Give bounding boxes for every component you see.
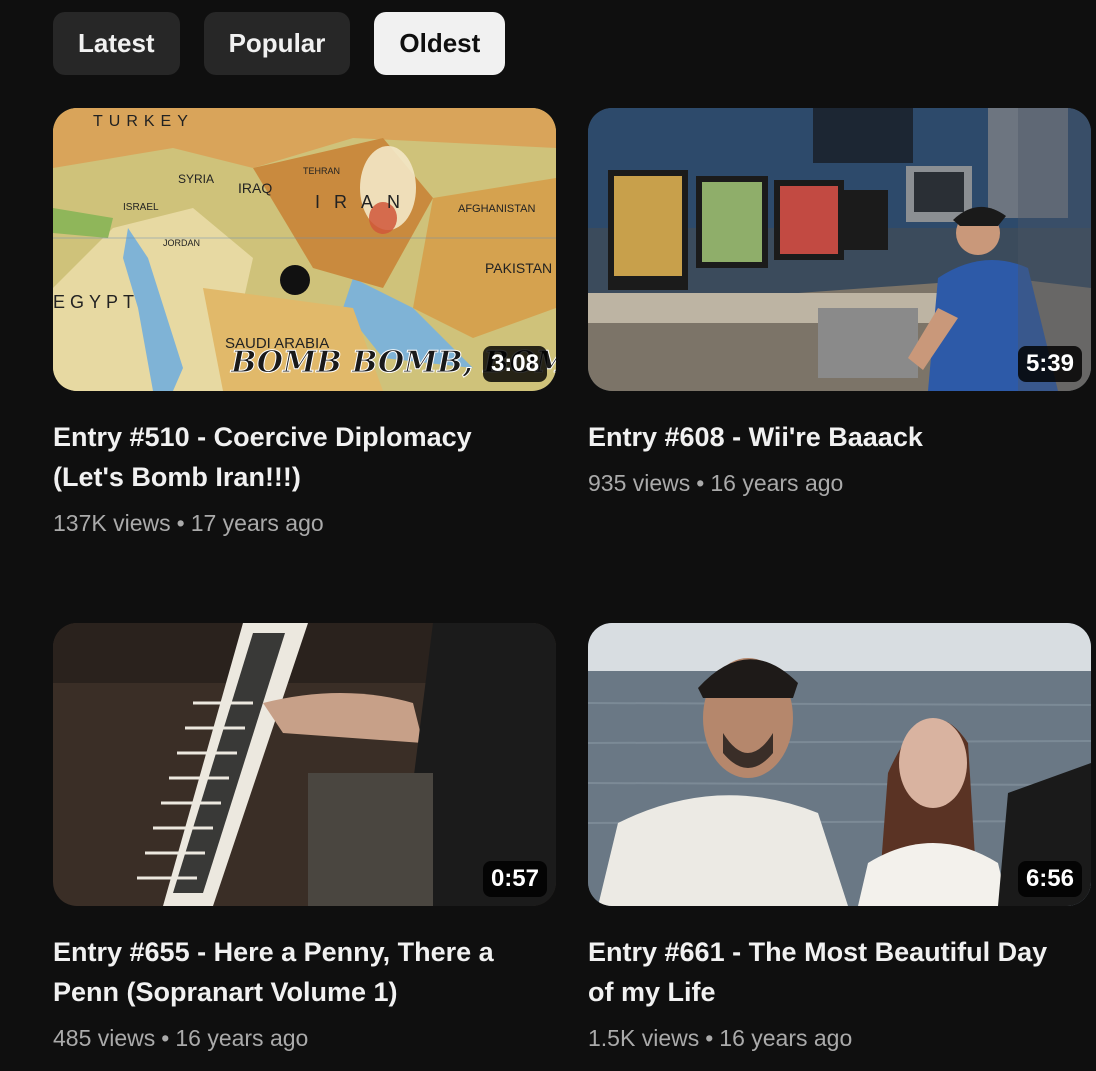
thumb-label: ISRAEL [123, 202, 159, 213]
video-meta: 1.5K views • 16 years ago [588, 1022, 1091, 1054]
chip-oldest[interactable]: Oldest [374, 12, 506, 75]
separator-dot: • [696, 470, 705, 496]
duration-badge: 6:56 [1017, 861, 1082, 897]
video-meta: 935 views • 16 years ago [588, 467, 1091, 499]
separator-dot: • [705, 1025, 714, 1051]
video-title[interactable]: Entry #661 - The Most Beautiful Day of m… [588, 932, 1058, 1012]
video-thumbnail[interactable]: 0:57 [53, 623, 556, 906]
duration-badge: 0:57 [482, 861, 547, 897]
view-count: 485 views [53, 1025, 156, 1051]
piano-thumbnail-image [53, 623, 556, 906]
beach-thumbnail-image [588, 623, 1091, 906]
video-title[interactable]: Entry #655 - Here a Penny, There a Penn … [53, 932, 523, 1012]
upload-age: 16 years ago [710, 470, 844, 496]
video-meta: 485 views • 16 years ago [53, 1022, 556, 1054]
view-count: 137K views [53, 510, 171, 536]
thumb-label: PAKISTAN [485, 260, 552, 276]
duration-badge: 3:08 [482, 346, 547, 382]
video-card: 0:57 Entry #655 - Here a Penny, There a … [53, 623, 556, 1054]
separator-dot: • [161, 1025, 170, 1051]
thumb-label: EGYPT [53, 292, 139, 312]
thumb-label: TEHRAN [303, 166, 340, 176]
filter-chips: Latest Popular Oldest [53, 12, 506, 75]
upload-age: 17 years ago [190, 510, 324, 536]
video-thumbnail[interactable]: TURKEY SYRIA IRAQ TEHRAN IRAN AFGHANISTA… [53, 108, 556, 391]
thumb-label: AFGHANISTAN [458, 203, 535, 215]
chip-latest[interactable]: Latest [53, 12, 180, 75]
video-title[interactable]: Entry #510 - Coercive Diplomacy (Let's B… [53, 417, 523, 497]
thumb-label: IRAN [315, 192, 414, 212]
video-title[interactable]: Entry #608 - Wii're Baaack [588, 417, 1058, 457]
view-count: 1.5K views [588, 1025, 700, 1051]
map-thumbnail-image: TURKEY SYRIA IRAQ TEHRAN IRAN AFGHANISTA… [53, 108, 556, 391]
thumb-label: TURKEY [93, 113, 194, 130]
video-meta: 137K views • 17 years ago [53, 507, 556, 539]
upload-age: 16 years ago [719, 1025, 853, 1051]
chip-popular[interactable]: Popular [203, 12, 351, 75]
upload-age: 16 years ago [175, 1025, 309, 1051]
office-thumbnail-image [588, 108, 1091, 391]
separator-dot: • [176, 510, 185, 536]
thumb-label: IRAQ [238, 180, 272, 196]
video-thumbnail[interactable]: 6:56 [588, 623, 1091, 906]
thumb-label: SYRIA [178, 172, 214, 186]
thumb-label: JORDAN [163, 238, 200, 248]
video-card: 5:39 Entry #608 - Wii're Baaack 935 view… [588, 108, 1091, 499]
video-card: 6:56 Entry #661 - The Most Beautiful Day… [588, 623, 1091, 1054]
video-thumbnail[interactable]: 5:39 [588, 108, 1091, 391]
duration-badge: 5:39 [1017, 346, 1082, 382]
video-card: TURKEY SYRIA IRAQ TEHRAN IRAN AFGHANISTA… [53, 108, 556, 539]
view-count: 935 views [588, 470, 691, 496]
